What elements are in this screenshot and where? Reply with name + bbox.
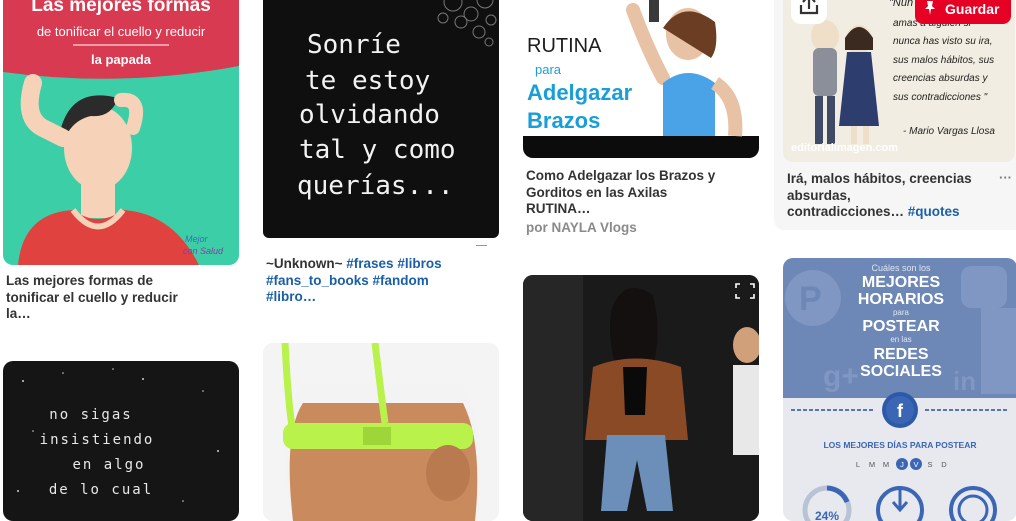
pin-arms-source[interactable]: por NAYLA Vlogs	[526, 220, 637, 235]
neck-subtitle: de tonificar el cuello y reducir	[37, 24, 206, 39]
day-label: M	[869, 460, 875, 469]
vargas-quote-line-1: "Nun	[889, 0, 913, 9]
hashtag-link[interactable]: #quotes	[908, 204, 960, 219]
pin-arms-caption[interactable]: Como Adelgazar los Brazos y Gorditos en …	[526, 168, 758, 218]
caption-text: ~Unknown~	[266, 256, 347, 271]
save-button-label: Guardar	[945, 1, 1000, 17]
arms-line-2: para	[535, 62, 562, 77]
caption-line: Gorditos en las Axilas	[526, 184, 668, 200]
caption-line: RUTINA…	[526, 201, 591, 216]
share-icon	[799, 0, 819, 15]
pin-icon	[925, 1, 935, 15]
svg-text:g+: g+	[823, 360, 859, 393]
social-l7: REDES	[873, 346, 928, 363]
vargas-quote-line-4: sus malos hábitos, sus	[893, 55, 994, 66]
share-button[interactable]	[791, 0, 827, 24]
svg-text:P: P	[799, 280, 822, 318]
neck-logo-2: con Salud	[183, 246, 224, 256]
neck-title: Las mejores formas	[31, 0, 211, 16]
stars-line-2: insistiendo	[40, 432, 155, 448]
stars-line-1: no sigas	[49, 407, 132, 423]
pin-quote-caption[interactable]: ~Unknown~ #frases #libros #fans_to_books…	[266, 256, 498, 306]
social-days-title: LOS MEJORES DÍAS PARA POSTEAR	[823, 440, 976, 450]
quote-line-3: olvidando	[299, 100, 440, 130]
pin-social-image[interactable]: P g+ in Cuáles son los MEJORES HORARIOS …	[783, 258, 1016, 521]
vargas-quote-line-3: nunca has visto su ira,	[893, 36, 993, 47]
social-l1: Cuáles son los	[871, 263, 931, 273]
social-l5: POSTEAR	[862, 318, 940, 335]
social-l8: SOCIALES	[860, 363, 942, 380]
pin-vargas-caption[interactable]: Irá, malos hábitos, creencias absurdas, …	[787, 171, 999, 221]
quote-line-4: tal y como	[299, 135, 456, 165]
social-fb-letter: f	[897, 401, 904, 421]
hashtag-link[interactable]: #fandom	[373, 273, 429, 288]
pin-neck-caption[interactable]: Las mejores formas de tonificar el cuell…	[6, 273, 238, 323]
social-l3: HORARIOS	[858, 291, 945, 308]
quote-line-5: querías...	[297, 171, 454, 201]
divider	[476, 245, 487, 246]
quote-line-2: te estoy	[305, 66, 430, 96]
pin-stars-image[interactable]: no sigas insistiendo en algo de lo cual	[3, 361, 239, 521]
stars-line-3: en algo	[72, 457, 145, 473]
hashtag-link[interactable]: #fans_to_books	[266, 273, 369, 288]
day-label: D	[941, 460, 947, 469]
hashtag-link[interactable]: #frases	[346, 256, 393, 271]
caption-line: Las mejores formas de	[6, 273, 154, 288]
neck-subtitle-2: la papada	[91, 52, 152, 67]
svg-text:in: in	[953, 366, 976, 396]
caption-line: tonificar el cuello y reducir	[6, 289, 178, 305]
pin-kylie-image[interactable]	[523, 275, 759, 521]
hashtag-link[interactable]: #libro…	[266, 289, 316, 304]
social-l6: en las	[890, 335, 911, 344]
hashtag-link[interactable]: #libros	[397, 256, 441, 271]
day-label: M	[883, 460, 889, 469]
day-label: S	[927, 460, 932, 469]
save-button[interactable]: Guardar	[915, 0, 1011, 24]
pin-vargas-image[interactable]: "Nun amas a alguien si nunca has visto s…	[783, 0, 1015, 162]
vargas-quote-line-5: creencias absurdas y	[893, 73, 988, 84]
day-label: V	[913, 460, 918, 469]
social-l4: para	[893, 308, 910, 317]
vargas-watermark: editorialimagen.com	[791, 142, 898, 154]
caption-line: Irá, malos hábitos, creencias	[787, 171, 972, 186]
more-options-icon[interactable]: ···	[999, 170, 1012, 185]
caption-line: Como Adelgazar los Brazos y	[526, 168, 716, 183]
vargas-quote-line-6: sus contradicciones "	[893, 92, 988, 103]
social-l2: MEJORES	[862, 274, 941, 291]
neck-logo-1: Mejor	[185, 234, 209, 244]
quote-line-1: Sonríe	[307, 30, 401, 60]
stars-line-4: de lo cual	[49, 482, 153, 498]
arms-line-1: RUTINA	[527, 35, 602, 57]
vargas-author: - Mario Vargas Llosa	[903, 126, 995, 137]
expand-icon[interactable]	[733, 279, 757, 303]
pin-neck-image[interactable]: Las mejores formas de tonificar el cuell…	[3, 0, 239, 265]
day-label: L	[856, 460, 860, 469]
day-label: J	[900, 460, 904, 469]
caption-line: la…	[6, 306, 31, 321]
caption-line: absurdas,	[787, 187, 851, 203]
pin-bra-image[interactable]	[263, 343, 499, 521]
pin-arms-image[interactable]: RUTINA para Adelgazar Brazos	[523, 0, 759, 158]
arms-line-4: Brazos	[527, 108, 600, 133]
pin-quote-image[interactable]: Sonríe te estoy olvidando tal y como que…	[263, 0, 499, 238]
arms-line-3: Adelgazar	[527, 80, 633, 105]
caption-text: contradicciones…	[787, 204, 908, 219]
